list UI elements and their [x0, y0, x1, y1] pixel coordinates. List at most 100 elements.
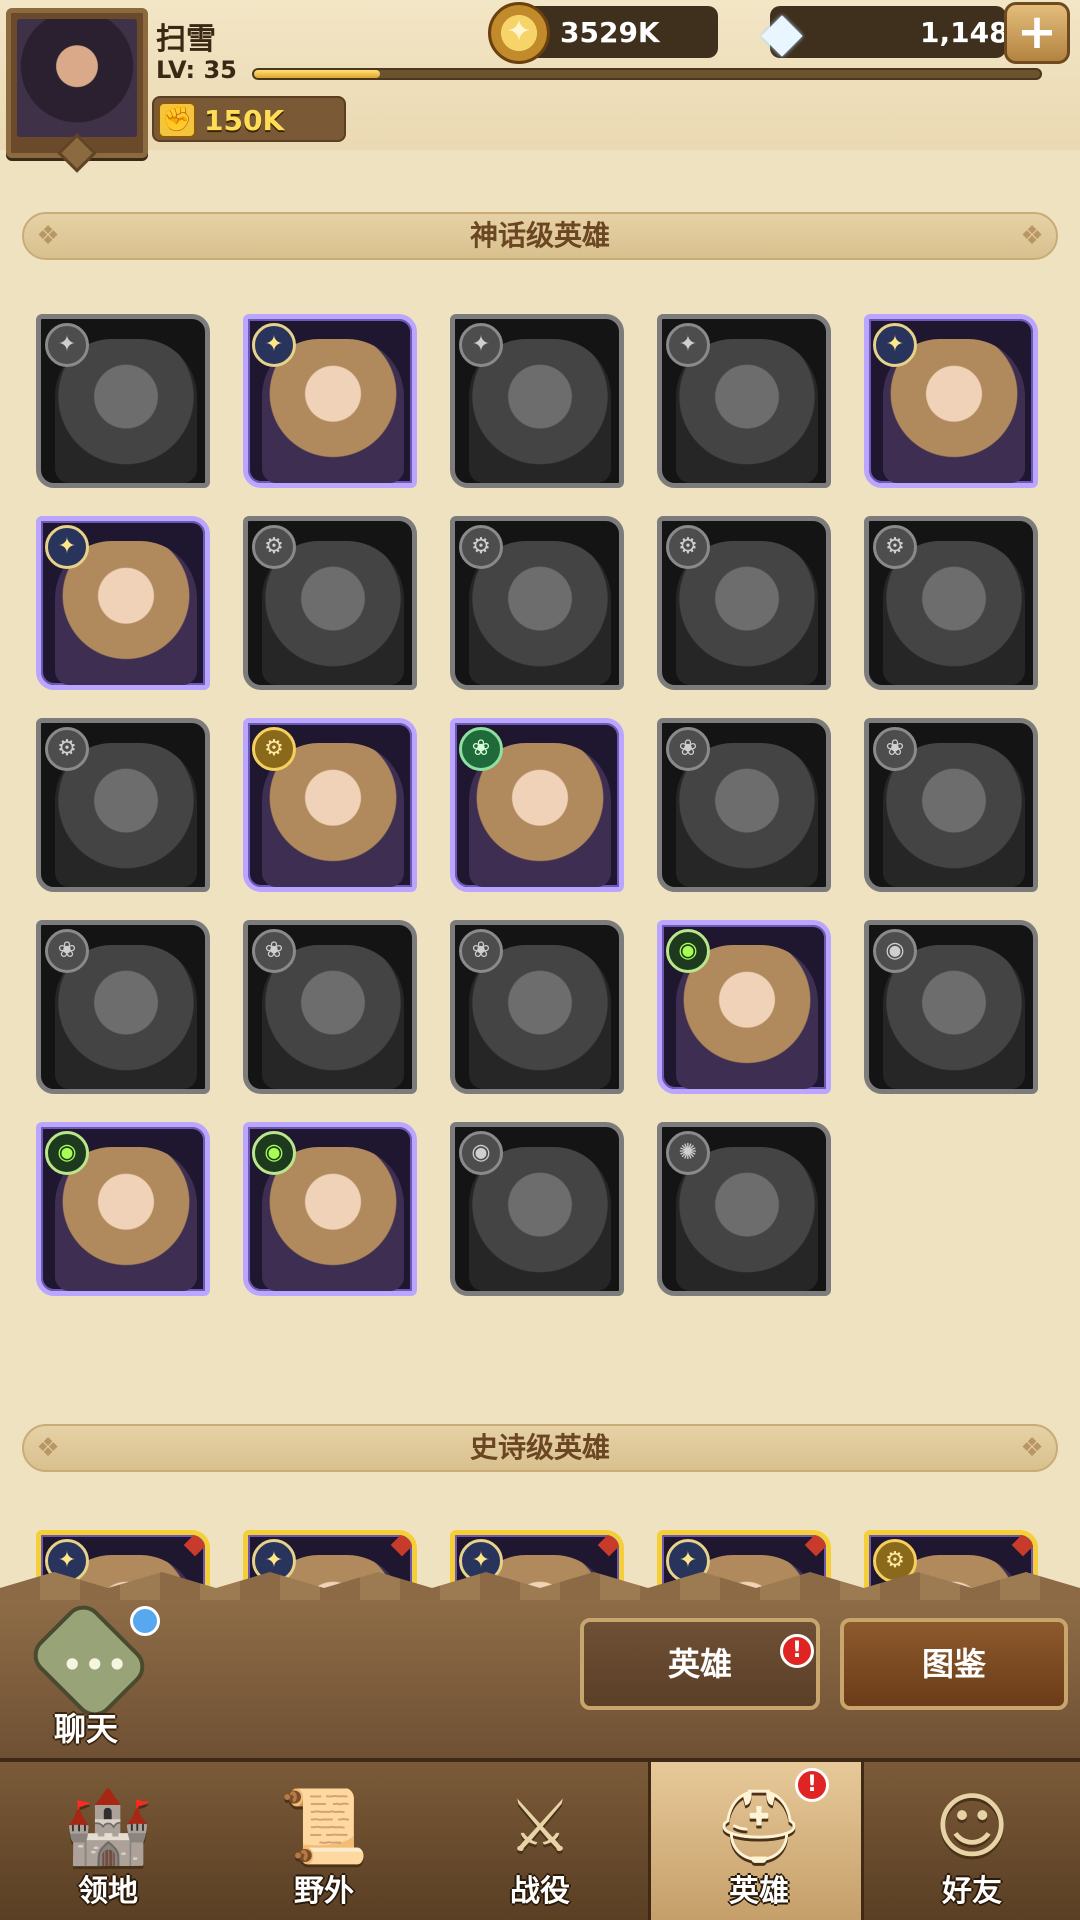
faction-dark-icon: ◉ — [666, 929, 710, 973]
rarity-gem-icon — [597, 1535, 619, 1557]
tab-codex[interactable]: 图鉴 — [840, 1618, 1068, 1710]
hero-card[interactable]: ❀ — [450, 920, 624, 1094]
tab-heroes[interactable]: 英雄 ! — [580, 1618, 820, 1710]
hero-card[interactable]: ◉ — [36, 1122, 210, 1296]
nav-territory[interactable]: 🏰 领地 — [0, 1762, 216, 1920]
ornament-icon: ❖ — [36, 1433, 60, 1463]
hero-card[interactable]: ❀ — [243, 920, 417, 1094]
rarity-gem-icon — [804, 1535, 826, 1557]
epic-heroes-title: 史诗级英雄 — [469, 1431, 610, 1464]
faction-holy-icon: ✦ — [459, 323, 503, 367]
mythic-heroes-header: ❖ 神话级英雄 ❖ — [22, 212, 1058, 260]
faction-dark-icon: ◉ — [459, 1131, 503, 1175]
faction-holy-icon: ✦ — [252, 323, 296, 367]
faction-earth-icon: ⚙ — [666, 525, 710, 569]
hero-card[interactable]: ❀ — [864, 718, 1038, 892]
faction-forest-icon: ❀ — [459, 929, 503, 973]
faction-celestial-icon: ✺ — [666, 1131, 710, 1175]
chat-notification-badge — [130, 1606, 160, 1636]
gold-coin-icon: ✦ — [488, 2, 550, 64]
castle-icon: 🏰 — [63, 1784, 153, 1868]
hero-card[interactable]: ⚙ — [243, 718, 417, 892]
chat-button[interactable]: ••• 聊天 — [24, 1597, 160, 1750]
nav-label: 战役 — [510, 1874, 570, 1909]
hero-card[interactable]: ⚙ — [243, 516, 417, 690]
xp-bar-fill — [254, 70, 380, 78]
faction-forest-icon: ❀ — [459, 727, 503, 771]
tab-codex-label: 图鉴 — [921, 1645, 986, 1683]
hero-card[interactable]: ◉ — [450, 1122, 624, 1296]
hero-card[interactable]: ❀ — [450, 718, 624, 892]
avatar-frame-ornament — [57, 133, 97, 173]
hero-card[interactable]: ❀ — [657, 718, 831, 892]
faction-holy-icon: ✦ — [873, 323, 917, 367]
nav-label: 领地 — [78, 1874, 138, 1909]
hero-card[interactable]: ◉ — [243, 1122, 417, 1296]
mythic-heroes-title: 神话级英雄 — [469, 219, 610, 252]
nav-label: 好友 — [942, 1874, 1002, 1909]
faction-dark-icon: ◉ — [45, 1131, 89, 1175]
alert-badge: ! — [780, 1634, 814, 1668]
gold-value: 3529K — [560, 16, 660, 49]
fist-icon: ✊ — [158, 102, 196, 138]
faction-forest-icon: ❀ — [666, 727, 710, 771]
faction-forest-icon: ❀ — [252, 929, 296, 973]
nav-campaign[interactable]: ⚔ 战役 — [432, 1762, 648, 1920]
faction-forest-icon: ❀ — [873, 727, 917, 771]
nav-wilderness[interactable]: 📜 野外 — [216, 1762, 432, 1920]
avatar[interactable] — [17, 19, 137, 137]
diamond-icon: ◆ — [761, 0, 803, 63]
hero-card[interactable]: ✺ — [657, 1122, 831, 1296]
map-scroll-icon: 📜 — [279, 1784, 369, 1868]
hero-card[interactable]: ⚙ — [36, 718, 210, 892]
hero-card[interactable]: ⚙ — [864, 516, 1038, 690]
ornament-icon: ❖ — [36, 221, 60, 251]
player-name: 扫雪 — [156, 22, 216, 57]
faction-earth-icon: ⚙ — [459, 525, 503, 569]
friends-icon: ☺ — [934, 1784, 1010, 1868]
combat-power-box: ✊ 150K — [152, 96, 346, 142]
add-gems-button[interactable]: + — [1004, 2, 1070, 64]
nav-friends[interactable]: ☺ 好友 — [864, 1762, 1080, 1920]
nav-label: 野外 — [294, 1874, 354, 1909]
mythic-hero-grid: ✦ ✦ ✦ ✦ ✦ ✦ ⚙ ⚙ ⚙ ⚙ ⚙ ⚙ ❀ ❀ ❀ ❀ ❀ ❀ ◉ ◉ ◉ ◉ ◉ ✺ — [36, 314, 1046, 1314]
faction-holy-icon: ✦ — [45, 525, 89, 569]
chat-label: 聊天 — [54, 1710, 119, 1748]
chat-dots-icon: ••• — [62, 1646, 130, 1684]
hero-card[interactable]: ✦ — [36, 314, 210, 488]
faction-earth-icon: ⚙ — [873, 525, 917, 569]
hero-card[interactable]: ❀ — [36, 920, 210, 1094]
ornament-icon: ❖ — [1020, 221, 1044, 251]
hero-card[interactable]: ✦ — [36, 516, 210, 690]
faction-earth-icon: ⚙ — [45, 727, 89, 771]
nav-label: 英雄 — [729, 1874, 789, 1909]
epic-heroes-header: ❖ 史诗级英雄 ❖ — [22, 1424, 1058, 1472]
gem-value: 1,148 — [920, 16, 1009, 49]
hero-card[interactable]: ✦ — [864, 314, 1038, 488]
combat-power-value: 150K — [204, 104, 285, 137]
top-bar: 扫雪 LV: 35 ✊ 150K ✦ 3529K ◆ 1,148 + — [0, 0, 1080, 173]
faction-dark-icon: ◉ — [873, 929, 917, 973]
faction-holy-icon: ✦ — [666, 323, 710, 367]
nav-heroes[interactable]: ⛑ 英雄 ! — [648, 1762, 864, 1920]
hero-card[interactable]: ◉ — [657, 920, 831, 1094]
rarity-gem-icon — [183, 1535, 205, 1557]
tab-heroes-label: 英雄 — [667, 1645, 732, 1683]
hero-card[interactable]: ◉ — [864, 920, 1038, 1094]
faction-forest-icon: ❀ — [45, 929, 89, 973]
faction-holy-icon: ✦ — [45, 323, 89, 367]
rarity-gem-icon — [390, 1535, 412, 1557]
xp-bar — [252, 68, 1042, 80]
faction-earth-icon: ⚙ — [252, 727, 296, 771]
hero-card[interactable]: ✦ — [450, 314, 624, 488]
hero-card[interactable]: ⚙ — [657, 516, 831, 690]
hero-card[interactable]: ✦ — [657, 314, 831, 488]
rarity-gem-icon — [1011, 1535, 1033, 1557]
ornament-icon: ❖ — [1020, 1433, 1044, 1463]
player-level: LV: 35 — [156, 56, 237, 84]
bottom-nav-bar: 🏰 领地 📜 野外 ⚔ 战役 ⛑ 英雄 ! ☺ 好友 — [0, 1758, 1080, 1920]
hero-card[interactable]: ✦ — [243, 314, 417, 488]
hero-card[interactable]: ⚙ — [450, 516, 624, 690]
player-avatar-frame[interactable] — [6, 8, 148, 173]
sword-shield-icon: ⚔ — [507, 1784, 573, 1868]
